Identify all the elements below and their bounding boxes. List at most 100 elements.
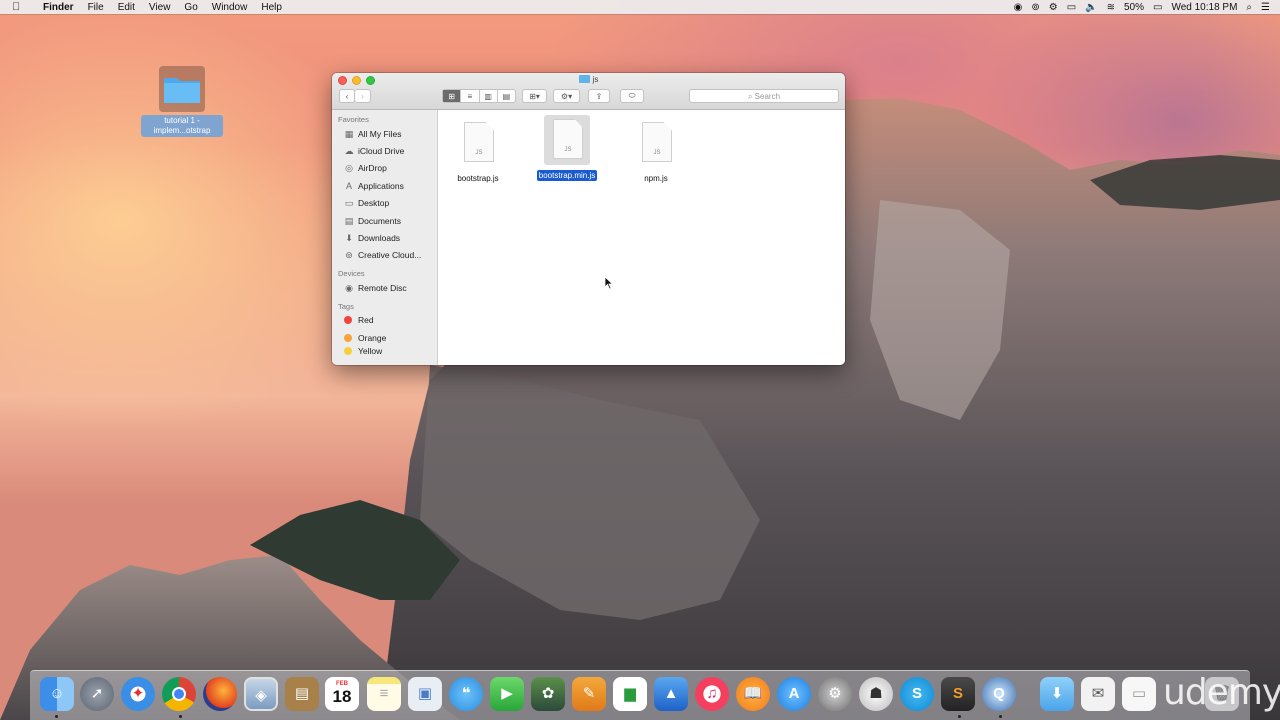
file-item[interactable]: JS bootstrap.js bbox=[438, 118, 518, 186]
skype-dock-icon[interactable]: S bbox=[900, 677, 934, 711]
sidebar-item-label: Documents bbox=[358, 215, 401, 226]
photo-booth-dock-icon[interactable]: ▣ bbox=[408, 677, 442, 711]
battery-percent[interactable]: 50% bbox=[1124, 2, 1144, 13]
file-ext: JS bbox=[653, 150, 661, 156]
calendar-dock-icon[interactable]: FEB 18 bbox=[325, 677, 359, 711]
desktop-folder-label: tutorial 1 - implem...otstrap bbox=[141, 115, 223, 137]
record-icon[interactable]: ◉ bbox=[1014, 2, 1023, 13]
folder-icon bbox=[578, 75, 590, 83]
sidebar-item-desktop[interactable]: ▭ Desktop bbox=[332, 195, 437, 212]
volume-icon[interactable]: 🔈 bbox=[1085, 2, 1097, 13]
sidebar-item-label: Applications bbox=[358, 180, 404, 191]
creative-cloud-icon[interactable]: ⊚ bbox=[1031, 2, 1039, 13]
document-dock-icon[interactable]: ▭ bbox=[1122, 677, 1156, 711]
disc-icon: ◉ bbox=[345, 282, 353, 293]
search-placeholder: Search bbox=[754, 92, 781, 101]
itunes-dock-icon[interactable]: ♫ bbox=[695, 677, 729, 711]
calendar-month: FEB bbox=[336, 681, 348, 687]
vpn-icon[interactable]: ⚙ bbox=[1049, 2, 1058, 13]
share-button[interactable]: ⇪ bbox=[588, 89, 610, 103]
sequel-dock-icon[interactable]: ☗ bbox=[859, 677, 893, 711]
firefox-dock-icon[interactable] bbox=[203, 677, 237, 711]
edit-tags-button[interactable]: ⬭ bbox=[620, 89, 644, 103]
mail-document-dock-icon[interactable]: ✉ bbox=[1081, 677, 1115, 711]
clock[interactable]: Wed 10:18 PM bbox=[1171, 2, 1237, 13]
menu-view[interactable]: View bbox=[142, 2, 178, 13]
file-name: bootstrap.min.js bbox=[536, 170, 598, 181]
sidebar-item-downloads[interactable]: ⬇ Downloads bbox=[332, 229, 437, 246]
airplay-icon[interactable]: ▭ bbox=[1067, 2, 1076, 13]
ibooks-dock-icon[interactable]: 📖 bbox=[736, 677, 770, 711]
search-field[interactable]: ⌕ Search bbox=[689, 89, 839, 103]
file-name: bootstrap.js bbox=[457, 174, 499, 183]
cover-flow-button[interactable]: ▤ bbox=[498, 90, 515, 102]
icon-view-button[interactable]: ⊞ bbox=[443, 90, 462, 102]
sidebar-item-icloud-drive[interactable]: ☁ iCloud Drive bbox=[332, 142, 437, 159]
notefile-dock-icon[interactable]: ▤ bbox=[285, 677, 319, 711]
photos-dock-icon[interactable]: ✿ bbox=[531, 677, 565, 711]
sidebar-item-airdrop[interactable]: ◎ AirDrop bbox=[332, 160, 437, 177]
sidebar-item-label: Orange bbox=[358, 332, 387, 343]
desktop-folder[interactable]: tutorial 1 - implem...otstrap bbox=[141, 66, 223, 137]
file-ext: JS bbox=[564, 147, 572, 153]
file-item[interactable]: JS npm.js bbox=[616, 118, 696, 186]
tag-dot-orange bbox=[344, 333, 352, 342]
wifi-icon[interactable]: ≋ bbox=[1107, 2, 1115, 13]
sidebar-item-documents[interactable]: ▤ Documents bbox=[332, 212, 437, 229]
chrome-dock-icon[interactable] bbox=[162, 677, 196, 711]
keynote-dock-icon[interactable]: ▲ bbox=[654, 677, 688, 711]
downloads-icon: ⬇ bbox=[345, 233, 353, 244]
applications-icon: A bbox=[345, 180, 352, 191]
launchpad-dock-icon[interactable]: ➚ bbox=[80, 677, 114, 711]
js-file-icon: JS bbox=[544, 115, 590, 165]
finder-toolbar: js ‹ › ⊞ ≡ ▥ ▤ ⊞▾ ⚙▾ ⇪ ⬭ ⌕ Search bbox=[332, 73, 845, 110]
numbers-dock-icon[interactable]: ▆ bbox=[613, 677, 647, 711]
forward-button[interactable]: › bbox=[355, 89, 371, 103]
menu-edit[interactable]: Edit bbox=[111, 2, 142, 13]
notes-dock-icon[interactable]: ≡ bbox=[367, 677, 401, 711]
sidebar-item-tag-red[interactable]: Red bbox=[332, 312, 437, 329]
sidebar-item-tag-orange[interactable]: Orange bbox=[332, 329, 437, 346]
back-button[interactable]: ‹ bbox=[339, 89, 355, 103]
sidebar-item-label: iCloud Drive bbox=[358, 146, 405, 157]
folder-label-line1: tutorial 1 - bbox=[164, 116, 200, 125]
sidebar-item-label: Creative Cloud... bbox=[358, 250, 422, 261]
sidebar-item-applications[interactable]: A Applications bbox=[332, 177, 437, 194]
apple-icon[interactable]:  bbox=[12, 1, 26, 13]
menu-file[interactable]: File bbox=[81, 2, 111, 13]
system-preferences-dock-icon[interactable]: ⚙ bbox=[818, 677, 852, 711]
mouse-cursor-icon bbox=[604, 276, 614, 290]
sidebar-item-creative-cloud[interactable]: ⊚ Creative Cloud... bbox=[332, 247, 437, 264]
file-item-selected[interactable]: JS bootstrap.min.js bbox=[527, 115, 607, 183]
menu-help[interactable]: Help bbox=[254, 2, 289, 13]
spotlight-icon[interactable]: ⌕ bbox=[1246, 2, 1252, 13]
pages-dock-icon[interactable]: ✎ bbox=[572, 677, 606, 711]
column-view-button[interactable]: ▥ bbox=[480, 90, 498, 102]
app-store-dock-icon[interactable]: A bbox=[777, 677, 811, 711]
folder-label-line2: implem...otstrap bbox=[153, 126, 211, 135]
menu-window[interactable]: Window bbox=[205, 2, 255, 13]
notification-center-icon[interactable]: ☰ bbox=[1261, 2, 1270, 13]
finder-dock-icon[interactable]: ☺ bbox=[40, 677, 74, 711]
sidebar-item-all-my-files[interactable]: ▦ All My Files bbox=[332, 125, 437, 142]
list-view-button[interactable]: ≡ bbox=[461, 90, 480, 102]
js-file-icon: JS bbox=[455, 118, 501, 168]
safari-dock-icon[interactable]: ✦ bbox=[121, 677, 155, 711]
tag-dot-yellow bbox=[344, 347, 352, 356]
messages-dock-icon[interactable]: ❝ bbox=[449, 677, 483, 711]
sublime-text-dock-icon[interactable]: S bbox=[941, 677, 975, 711]
menu-go[interactable]: Go bbox=[177, 2, 204, 13]
sidebar-header-devices: Devices bbox=[338, 269, 365, 279]
quicktime-dock-icon[interactable]: Q bbox=[982, 677, 1016, 711]
menu-finder[interactable]: Finder bbox=[36, 2, 81, 13]
sidebar-item-tag-yellow[interactable]: Yellow bbox=[332, 346, 437, 356]
battery-icon[interactable]: ▭ bbox=[1153, 2, 1162, 13]
action-gear-button[interactable]: ⚙▾ bbox=[553, 89, 580, 103]
arrange-button[interactable]: ⊞▾ bbox=[522, 89, 547, 103]
facetime-dock-icon[interactable]: ▶ bbox=[490, 677, 524, 711]
finder-window: js ‹ › ⊞ ≡ ▥ ▤ ⊞▾ ⚙▾ ⇪ ⬭ ⌕ Search Favori… bbox=[332, 73, 845, 365]
sidebar-item-remote-disc[interactable]: ◉ Remote Disc bbox=[332, 279, 437, 296]
tag-dot-red bbox=[344, 316, 352, 325]
preview-dock-icon[interactable]: ◈ bbox=[244, 677, 278, 711]
downloads-stack-dock-icon[interactable]: ⬇ bbox=[1040, 677, 1074, 711]
